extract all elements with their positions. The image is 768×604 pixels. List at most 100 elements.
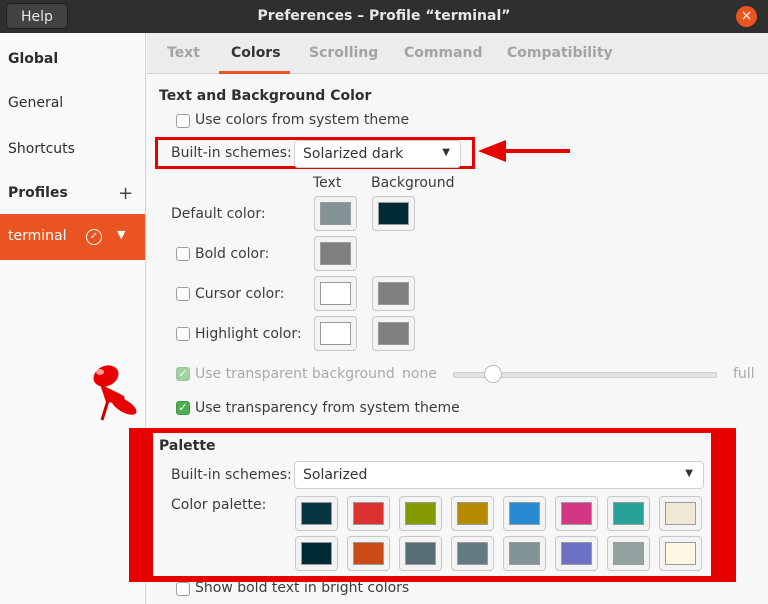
- color-swatch: [613, 502, 644, 525]
- palette-color-button[interactable]: [659, 536, 702, 571]
- builtin-schemes-label: Built-in schemes:: [171, 145, 292, 161]
- bold-color-checkbox[interactable]: [176, 247, 190, 261]
- sidebar-item-global: Global: [8, 51, 59, 67]
- slider-min-label: none: [402, 366, 437, 382]
- cursor-text-color-button[interactable]: [314, 276, 357, 311]
- transparency-system-checkbox[interactable]: ✓: [176, 401, 190, 415]
- color-swatch: [509, 502, 540, 525]
- color-swatch: [405, 542, 436, 565]
- highlight-text-color-button[interactable]: [314, 316, 357, 351]
- color-swatch: [457, 502, 488, 525]
- palette-color-button[interactable]: [659, 496, 702, 531]
- color-swatch: [665, 542, 696, 565]
- sidebar-item-shortcuts[interactable]: Shortcuts: [8, 141, 75, 157]
- color-swatch: [561, 542, 592, 565]
- tab-text[interactable]: Text: [167, 45, 200, 61]
- tab-command[interactable]: Command: [404, 45, 483, 61]
- palette-color-button[interactable]: [607, 536, 650, 571]
- title-bar: Preferences – Profile “terminal” Help ×: [0, 0, 768, 33]
- color-swatch: [405, 502, 436, 525]
- color-swatch: [353, 502, 384, 525]
- annotation-arrow-icon: [478, 140, 570, 162]
- palette-color-button[interactable]: [503, 536, 546, 571]
- palette-schemes-value: Solarized: [303, 467, 368, 483]
- use-system-colors-label: Use colors from system theme: [195, 112, 410, 128]
- color-swatch: [378, 282, 409, 305]
- color-swatch: [320, 322, 351, 345]
- help-button[interactable]: Help: [6, 3, 68, 29]
- sidebar-item-profiles: Profiles: [8, 185, 68, 201]
- palette-color-button[interactable]: [451, 496, 494, 531]
- bold-color-label: Bold color:: [195, 246, 270, 262]
- tab-colors[interactable]: Colors: [231, 45, 281, 61]
- palette-color-button[interactable]: [295, 496, 338, 531]
- active-tab-indicator: [219, 71, 290, 74]
- bold-color-button[interactable]: [314, 236, 357, 271]
- palette-color-button[interactable]: [555, 536, 598, 571]
- palette-color-button[interactable]: [451, 536, 494, 571]
- color-swatch: [301, 542, 332, 565]
- pushpin-icon: [93, 365, 137, 421]
- color-swatch: [378, 202, 409, 225]
- palette-color-button[interactable]: [503, 496, 546, 531]
- slider-handle[interactable]: [484, 365, 502, 383]
- highlight-bg-color-button[interactable]: [372, 316, 415, 351]
- cursor-bg-color-button[interactable]: [372, 276, 415, 311]
- palette-color-button[interactable]: [347, 536, 390, 571]
- color-swatch: [509, 542, 540, 565]
- bold-bright-label: Show bold text in bright colors: [195, 580, 410, 596]
- palette-color-button[interactable]: [607, 496, 650, 531]
- sidebar-item-terminal[interactable]: terminal ✓ ▼: [0, 214, 145, 260]
- default-color-label: Default color:: [171, 206, 266, 222]
- color-swatch: [457, 542, 488, 565]
- palette-frame-bottom: [129, 576, 736, 582]
- palette-color-button[interactable]: [555, 496, 598, 531]
- highlight-color-label: Highlight color:: [195, 326, 302, 342]
- chevron-down-icon[interactable]: ▼: [117, 228, 125, 241]
- cursor-color-label: Cursor color:: [195, 286, 285, 302]
- cursor-color-checkbox[interactable]: [176, 287, 190, 301]
- palette-color-button[interactable]: [295, 536, 338, 571]
- color-swatch: [320, 282, 351, 305]
- palette-section-title: Palette: [159, 438, 216, 454]
- default-text-color-button[interactable]: [314, 196, 357, 231]
- dropdown-arrow-icon: ▼: [685, 468, 693, 479]
- slider-max-label: full: [733, 366, 755, 382]
- color-swatch: [665, 502, 696, 525]
- palette-color-button[interactable]: [347, 496, 390, 531]
- dropdown-arrow-icon: ▼: [442, 147, 450, 158]
- tab-bar: Text Colors Scrolling Command Compatibil…: [147, 33, 768, 74]
- text-bg-section-title: Text and Background Color: [159, 88, 372, 104]
- add-profile-icon[interactable]: +: [118, 183, 133, 204]
- color-swatch: [378, 322, 409, 345]
- palette-schemes-dropdown[interactable]: Solarized ▼: [294, 461, 704, 489]
- tab-compatibility[interactable]: Compatibility: [507, 45, 613, 61]
- highlight-color-checkbox[interactable]: [176, 327, 190, 341]
- default-bg-color-button[interactable]: [372, 196, 415, 231]
- builtin-schemes-value: Solarized dark: [303, 146, 404, 162]
- color-swatch: [320, 202, 351, 225]
- default-check-icon: ✓: [86, 229, 102, 245]
- color-swatch: [301, 502, 332, 525]
- close-icon[interactable]: ×: [736, 6, 757, 27]
- palette-color-button[interactable]: [399, 496, 442, 531]
- color-palette-label: Color palette:: [171, 497, 267, 513]
- sidebar-item-general[interactable]: General: [8, 95, 63, 111]
- color-swatch: [613, 542, 644, 565]
- builtin-schemes-dropdown[interactable]: Solarized dark ▼: [294, 140, 461, 168]
- profile-name: terminal: [8, 228, 67, 244]
- window-title: Preferences – Profile “terminal”: [257, 8, 511, 24]
- transparency-system-label: Use transparency from system theme: [195, 400, 460, 416]
- bold-bright-checkbox[interactable]: [176, 582, 190, 596]
- transparent-bg-label: Use transparent background: [195, 366, 395, 382]
- use-system-colors-checkbox[interactable]: [176, 114, 190, 128]
- palette-builtin-label: Built-in schemes:: [171, 467, 292, 483]
- color-swatch: [320, 242, 351, 265]
- tab-scrolling[interactable]: Scrolling: [309, 45, 378, 61]
- transparent-bg-checkbox[interactable]: ✓: [176, 367, 190, 381]
- color-swatch: [353, 542, 384, 565]
- sidebar: Global General Shortcuts Profiles + term…: [0, 33, 146, 604]
- palette-color-button[interactable]: [399, 536, 442, 571]
- column-header-text: Text: [313, 175, 342, 191]
- color-swatch: [561, 502, 592, 525]
